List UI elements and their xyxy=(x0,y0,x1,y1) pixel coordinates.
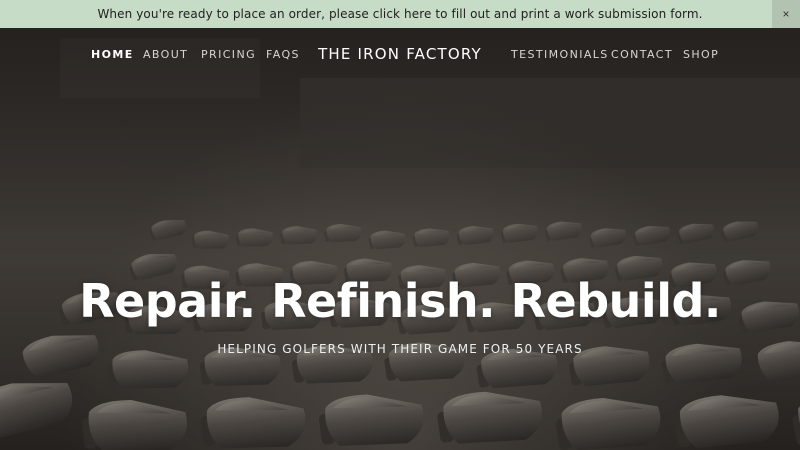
close-announcement-button[interactable]: × xyxy=(772,0,800,28)
hero-subheadline: HELPING GOLFERS WITH THEIR GAME FOR 50 Y… xyxy=(217,342,583,356)
close-icon: × xyxy=(782,7,790,21)
nav-home[interactable]: HOME xyxy=(91,48,134,61)
nav-testimonials[interactable]: TESTIMONIALS xyxy=(511,48,609,61)
hero-overlay xyxy=(0,28,800,450)
site-logo-title[interactable]: THE IRON FACTORY xyxy=(318,45,482,63)
hero-headline: Repair. Refinish. Rebuild. xyxy=(79,274,721,328)
hero-section xyxy=(0,28,800,450)
nav-pricing[interactable]: PRICING xyxy=(201,48,256,61)
nav-contact[interactable]: CONTACT xyxy=(611,48,673,61)
main-navigation: HOME ABOUT PRICING FAQS THE IRON FACTORY… xyxy=(0,28,800,80)
announcement-text[interactable]: When you're ready to place an order, ple… xyxy=(97,7,702,21)
nav-about[interactable]: ABOUT xyxy=(143,48,188,61)
nav-shop[interactable]: SHOP xyxy=(683,48,719,61)
nav-faqs[interactable]: FAQS xyxy=(266,48,300,61)
announcement-bar[interactable]: When you're ready to place an order, ple… xyxy=(0,0,800,28)
